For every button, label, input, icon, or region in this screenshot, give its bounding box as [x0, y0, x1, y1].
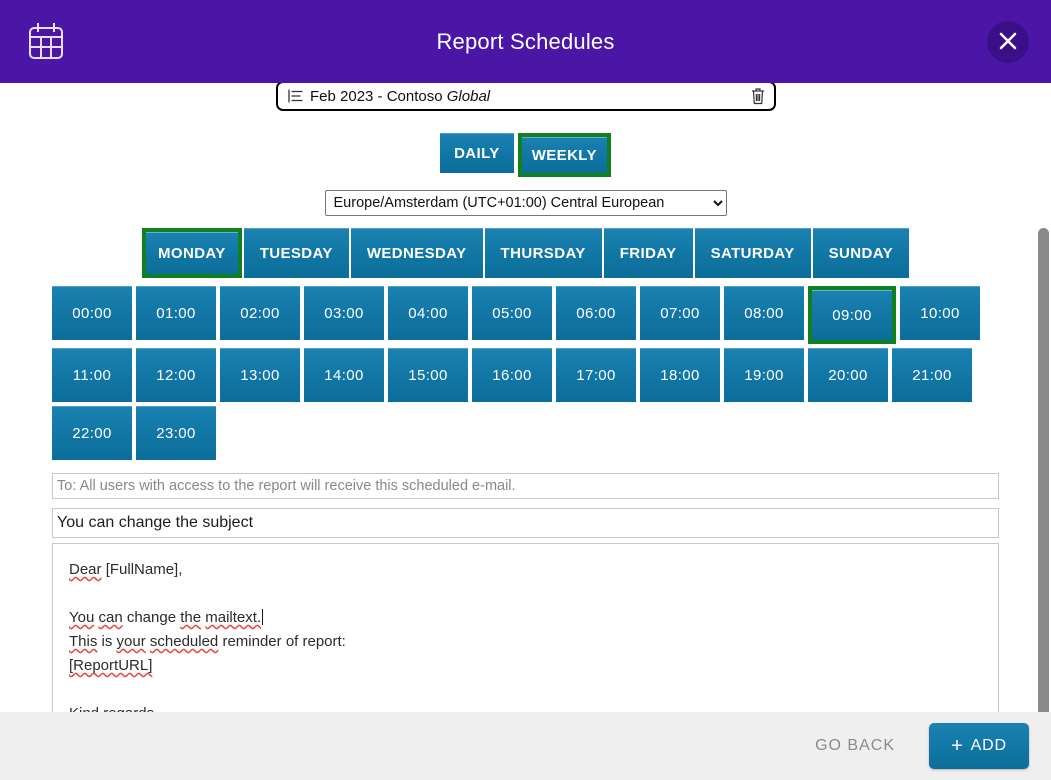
report-schedules-dialog: Report Schedules Feb 2023 - Contoso Glob…: [0, 0, 1051, 780]
frequency-button-daily[interactable]: DAILY: [440, 133, 514, 173]
day-button-friday[interactable]: FRIDAY: [603, 228, 693, 278]
add-button[interactable]: + ADD: [929, 723, 1029, 769]
time-button-0100[interactable]: 01:00: [136, 286, 216, 340]
time-button-1400[interactable]: 14:00: [304, 348, 384, 402]
time-button-2100[interactable]: 21:00: [892, 348, 972, 402]
time-button-2300[interactable]: 23:00: [136, 406, 216, 460]
schedule-name-regular: Feb 2023 - Contoso: [310, 87, 447, 105]
day-button-thursday[interactable]: THURSDAY: [484, 228, 602, 278]
dialog-title: Report Schedules: [436, 28, 615, 54]
day-button-monday[interactable]: MONDAY: [142, 228, 242, 278]
time-button-0200[interactable]: 02:00: [220, 286, 300, 340]
frequency-button-weekly[interactable]: WEEKLY: [517, 133, 611, 177]
scrollbar-track[interactable]: [1036, 166, 1051, 712]
dialog-body: Feb 2023 - Contoso Global DAILY WEEKLY Eu…: [0, 83, 1051, 712]
mail-body-line: [69, 678, 998, 702]
time-button-0500[interactable]: 05:00: [472, 286, 552, 340]
mail-body-line: Kind regards,: [69, 702, 998, 712]
scrollbar-thumb[interactable]: [1038, 228, 1049, 712]
day-button-tuesday[interactable]: TUESDAY: [243, 228, 349, 278]
time-button-1700[interactable]: 17:00: [556, 348, 636, 402]
dialog-footer: GO BACK + ADD: [0, 712, 1051, 780]
mail-body-line: You can change the mailtext.: [69, 609, 264, 626]
recipients-text: To: All users with access to the report …: [57, 478, 516, 494]
day-button-sunday[interactable]: SUNDAY: [812, 228, 909, 278]
day-button-saturday[interactable]: SATURDAY: [694, 228, 811, 278]
time-button-1000[interactable]: 10:00: [900, 286, 980, 340]
mail-body-line: [69, 582, 998, 606]
text-caret: [262, 609, 264, 625]
go-back-button[interactable]: GO BACK: [803, 729, 907, 763]
time-button-1100[interactable]: 11:00: [52, 348, 132, 402]
mail-body-line: This is your scheduled reminder of repor…: [69, 633, 346, 650]
timezone-row: Europe/Amsterdam (UTC+01:00) Central Eur…: [0, 190, 1051, 216]
recipients-field[interactable]: To: All users with access to the report …: [52, 473, 999, 499]
add-button-label: ADD: [970, 737, 1007, 754]
time-button-0800[interactable]: 08:00: [724, 286, 804, 340]
time-buttons: 00:00 01:00 02:00 03:00 04:00 05:00 06:00 07:00…: [52, 286, 992, 460]
dialog-header: Report Schedules: [0, 0, 1051, 83]
time-button-1500[interactable]: 15:00: [388, 348, 468, 402]
list-icon: [288, 89, 303, 103]
time-button-0300[interactable]: 03:00: [304, 286, 384, 340]
schedule-name-italic: Global: [446, 87, 491, 105]
subject-value: You can change the subject: [57, 514, 254, 531]
close-button[interactable]: [987, 21, 1029, 63]
schedule-item[interactable]: Feb 2023 - Contoso Global: [276, 83, 776, 111]
time-button-1900[interactable]: 19:00: [724, 348, 804, 402]
day-buttons: MONDAY TUESDAY WEDNESDAY THURSDAY FRIDAY SATU…: [0, 228, 1051, 278]
time-button-2200[interactable]: 22:00: [52, 406, 132, 460]
mail-body-line: [ReportURL]: [69, 657, 153, 674]
time-button-0600[interactable]: 06:00: [556, 286, 636, 340]
time-button-1300[interactable]: 13:00: [220, 348, 300, 402]
trash-icon[interactable]: [750, 87, 766, 105]
mail-body-textarea[interactable]: Dear [FullName], You can change the mail…: [52, 543, 999, 712]
time-button-0900[interactable]: 09:00: [808, 286, 896, 344]
time-button-1600[interactable]: 16:00: [472, 348, 552, 402]
schedule-list: Feb 2023 - Contoso Global: [276, 83, 776, 111]
plus-icon: +: [951, 735, 964, 757]
timezone-select[interactable]: Europe/Amsterdam (UTC+01:00) Central Eur…: [324, 190, 727, 216]
time-button-2000[interactable]: 20:00: [808, 348, 888, 402]
close-icon: [996, 29, 1020, 56]
time-button-1200[interactable]: 12:00: [136, 348, 216, 402]
frequency-buttons: DAILY WEEKLY: [0, 133, 1051, 177]
mail-body-line: Dear [FullName],: [69, 561, 183, 578]
time-button-0400[interactable]: 04:00: [388, 286, 468, 340]
time-button-0700[interactable]: 07:00: [640, 286, 720, 340]
day-button-wednesday[interactable]: WEDNESDAY: [350, 228, 483, 278]
time-button-0000[interactable]: 00:00: [52, 286, 132, 340]
subject-input[interactable]: You can change the subject: [52, 508, 999, 538]
time-button-1800[interactable]: 18:00: [640, 348, 720, 402]
schedule-item-name: Feb 2023 - Contoso Global: [310, 88, 750, 105]
